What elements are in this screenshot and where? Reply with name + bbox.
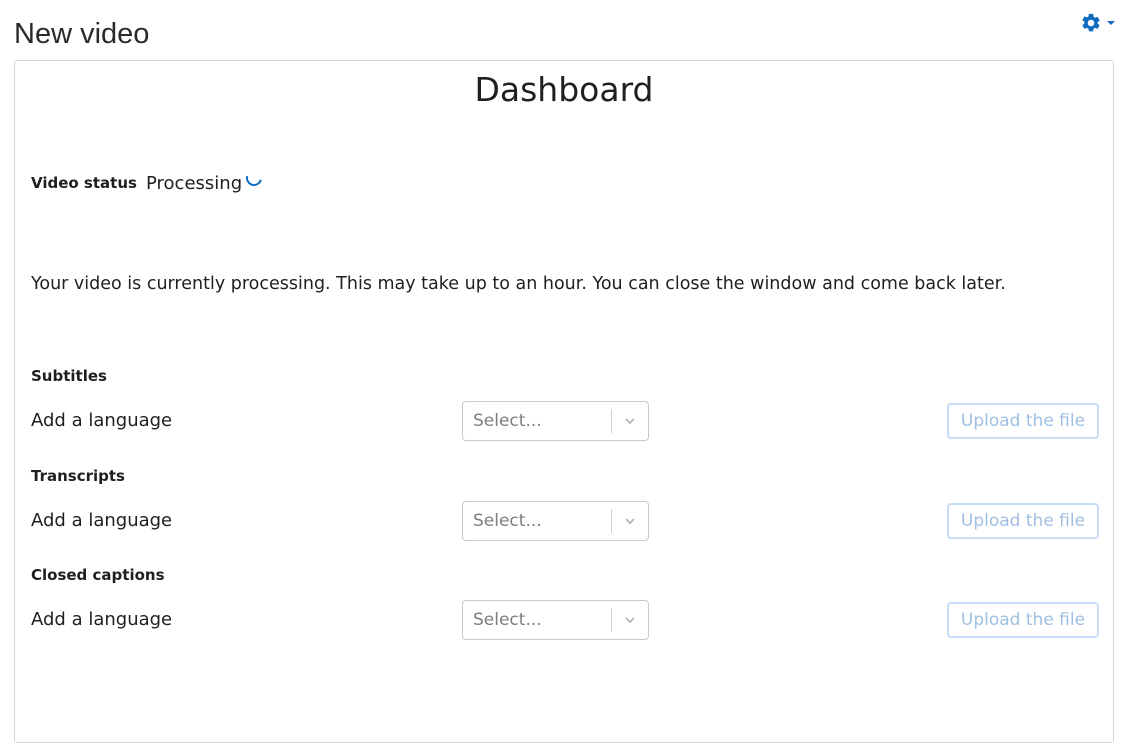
transcripts-language-select[interactable]: Select... <box>462 501 649 541</box>
chevron-down-icon[interactable] <box>612 414 648 428</box>
select-placeholder: Select... <box>473 511 542 531</box>
page: New video Dashboard Video status Process… <box>0 0 1131 755</box>
select-placeholder: Select... <box>473 411 542 431</box>
closed-captions-upload-button[interactable]: Upload the file <box>947 602 1099 638</box>
subtitles-add-language-label: Add a language <box>31 410 173 431</box>
closed-captions-language-select[interactable]: Select... <box>462 600 649 640</box>
chevron-down-icon[interactable] <box>612 514 648 528</box>
subtitles-language-select[interactable]: Select... <box>462 401 649 441</box>
transcripts-heading: Transcripts <box>31 467 125 485</box>
dashboard-panel: Dashboard Video status Processing Your v… <box>14 60 1114 743</box>
closed-captions-add-language-label: Add a language <box>31 609 173 630</box>
processing-message: Your video is currently processing. This… <box>31 274 1006 294</box>
settings-menu-button[interactable] <box>1080 8 1124 38</box>
select-placeholder: Select... <box>473 610 542 630</box>
video-status-value: Processing <box>146 172 243 194</box>
transcripts-upload-button[interactable]: Upload the file <box>947 503 1099 539</box>
subtitles-upload-button[interactable]: Upload the file <box>947 403 1099 439</box>
dashboard-heading: Dashboard <box>474 70 654 109</box>
video-status-row: Video status Processing <box>31 167 266 195</box>
video-status-label: Video status <box>31 174 137 192</box>
gear-icon <box>1080 12 1102 34</box>
transcripts-add-language-label: Add a language <box>31 510 173 531</box>
page-title: New video <box>14 18 150 50</box>
caret-down-icon <box>1106 18 1116 28</box>
chevron-down-icon[interactable] <box>612 613 648 627</box>
closed-captions-heading: Closed captions <box>31 566 165 584</box>
spinner-icon <box>243 167 266 189</box>
subtitles-heading: Subtitles <box>31 367 107 385</box>
